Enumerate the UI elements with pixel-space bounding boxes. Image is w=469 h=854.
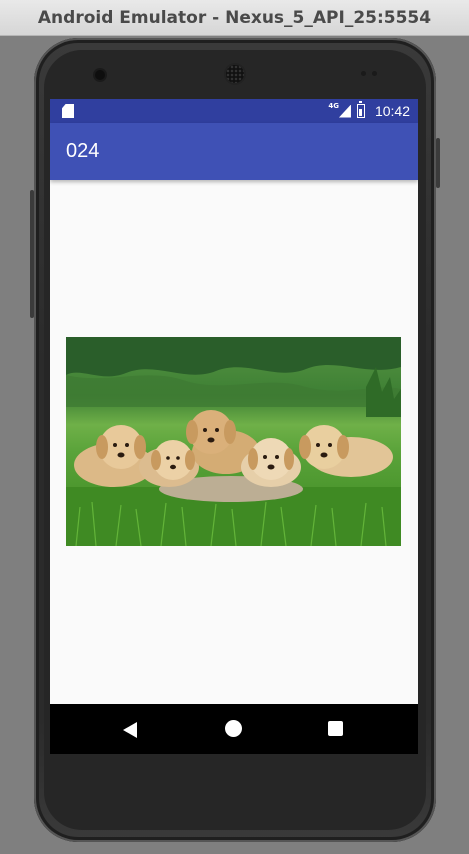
sd-card-icon — [62, 104, 74, 118]
battery-icon — [356, 101, 365, 118]
status-bar: 4G 10:42 — [50, 99, 418, 123]
app-bar: 024 — [50, 123, 418, 180]
proximity-sensor — [361, 71, 366, 76]
volume-button[interactable] — [30, 190, 34, 318]
back-icon[interactable] — [123, 722, 137, 738]
front-camera — [95, 70, 105, 80]
window-title: Android Emulator - Nexus_5_API_25:5554 — [37, 7, 432, 28]
app-title: 024 — [66, 140, 100, 162]
navigation-bar — [50, 704, 418, 754]
recents-icon[interactable] — [328, 721, 343, 736]
puppies-photo — [66, 337, 401, 546]
device-screen: 4G 10:42 024 — [50, 99, 418, 754]
status-icons: 4G 10:42 — [328, 99, 410, 123]
earpiece-speaker — [226, 65, 244, 83]
light-sensor — [372, 71, 377, 76]
power-button[interactable] — [436, 138, 440, 188]
home-icon[interactable] — [225, 720, 242, 737]
status-clock: 10:42 — [374, 103, 410, 119]
signal-icon — [338, 104, 351, 118]
network-type-label: 4G — [328, 102, 339, 110]
window-titlebar: Android Emulator - Nexus_5_API_25:5554 — [0, 0, 469, 36]
puppies-illustration — [66, 337, 401, 546]
